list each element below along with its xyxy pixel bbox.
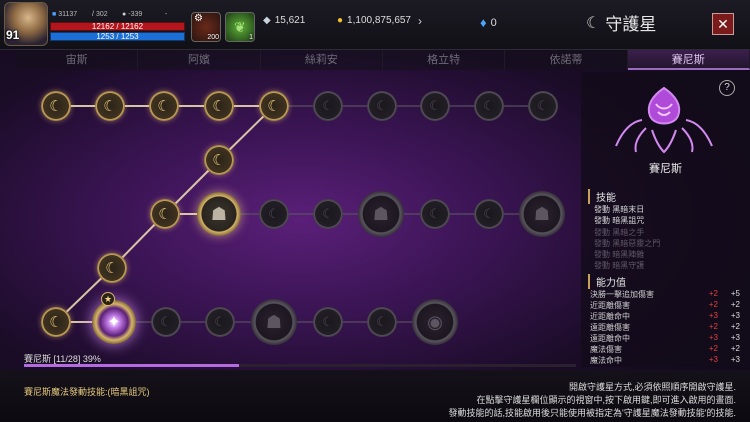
star-node-locked[interactable]: ☾ <box>313 199 343 229</box>
leaf-icon: ❦ <box>234 19 246 35</box>
crystal-currency: ♦ 0 <box>480 15 497 30</box>
progress-bar <box>24 364 576 367</box>
potion-slot[interactable]: ⚙ 200 <box>191 12 221 42</box>
help-line: 開啟守護星方式,必須依照順序開啟守護星. <box>568 382 736 392</box>
attribute-row: 近距離命中 +3 +3 <box>590 311 740 321</box>
help-button[interactable]: ? <box>719 80 735 96</box>
star-node[interactable]: ☾ <box>95 91 125 121</box>
star-node-locked[interactable]: ☾ <box>528 91 558 121</box>
window-title: ☾ 守護星 <box>586 14 657 35</box>
top-bar: 91 ■ 31137 / 302 ● -339 - 12162 / 12162 … <box>0 0 750 50</box>
help-line: 發動技能的話,技能啟用後只能使用被指定為'守護星魔法發動技能'的技能. <box>448 408 736 418</box>
mp-text: 1253 / 1253 <box>96 32 139 41</box>
skull-icon: ● <box>122 11 127 18</box>
skill-item: 發動 暗黑詛咒 <box>594 216 645 225</box>
star-node[interactable]: ☾ <box>97 253 127 283</box>
constellation-board: ☾ ☾ ☾ ☾ ☾ ☾ ☾ ☾ ☾ ☾ ☾ ☾ ☾ ☗ ☾ ☾ ☗ ☾ ☾ ☗ … <box>16 72 576 367</box>
guardian-star-icon: ☾ <box>586 14 601 32</box>
star-node-locked[interactable]: ☾ <box>474 91 504 121</box>
star-node[interactable]: ☾ <box>204 91 234 121</box>
stat-defense: / 302 <box>92 11 108 18</box>
star-node-locked[interactable]: ☾ <box>420 91 450 121</box>
star-node-locked[interactable]: ☾ <box>420 199 450 229</box>
tab-constellation[interactable]: 絲莉安 <box>260 50 383 70</box>
skill-node-locked[interactable]: ☗ <box>358 191 404 237</box>
star-node-locked[interactable]: ☾ <box>205 307 235 337</box>
sword-icon: / <box>92 11 94 18</box>
crystal-icon: ♦ <box>480 15 487 30</box>
skill-node-locked[interactable]: ◉ <box>412 299 458 345</box>
star-node[interactable]: ☾ <box>204 145 234 175</box>
skill-item: 發動 黑暗惡靈之門 <box>594 239 661 248</box>
stat-extra: - <box>165 11 168 18</box>
star-node[interactable]: ☾ <box>150 199 180 229</box>
mp-bar: 1253 / 1253 <box>50 32 185 41</box>
magic-skill-label: 賽尼斯魔法發動技能:(暗黑詛咒) <box>24 387 150 397</box>
skill-icon: ☗ <box>265 311 283 332</box>
star-node-locked[interactable]: ☾ <box>259 199 289 229</box>
attribute-row: 遠距離命中 +3 +3 <box>590 333 740 343</box>
skill-icon: ☗ <box>533 203 551 224</box>
constellation-name: 賽尼斯 <box>649 163 682 175</box>
star-node-locked[interactable]: ☾ <box>313 91 343 121</box>
star-node-locked[interactable]: ☾ <box>367 307 397 337</box>
hp-text: 12162 / 12162 <box>91 22 144 31</box>
tab-constellation[interactable]: 阿嬪 <box>138 50 261 70</box>
skill-node-locked[interactable]: ☗ <box>251 299 297 345</box>
skill-node-unlocked[interactable]: ☗ <box>197 192 241 236</box>
silver-icon: ◆ <box>263 15 271 26</box>
herb-slot[interactable]: ❦ 1 <box>225 12 255 42</box>
skill-icon: ☗ <box>210 203 228 224</box>
close-button[interactable]: ✕ <box>712 13 734 35</box>
eye-icon: ◉ <box>427 311 443 332</box>
skill-node-locked[interactable]: ☗ <box>519 191 565 237</box>
attribute-row: 遠距離傷害 +2 +2 <box>590 322 740 332</box>
attributes-heading: 能力值 <box>588 274 626 289</box>
gold-coin-icon: ● <box>337 15 344 26</box>
attribute-row: 近距離傷害 +2 +2 <box>590 300 740 310</box>
hp-bar: 12162 / 12162 <box>50 22 185 31</box>
stat-power: ● -339 <box>122 11 143 18</box>
skill-item: 發動 黑暗之手 <box>594 228 645 237</box>
constellation-tabs: 宙斯 阿嬪 絲莉安 格立特 依諾蒂 賽尼斯 <box>16 50 750 70</box>
attribute-row: 決勝一擊追加傷害 +2 +5 <box>590 289 740 299</box>
help-line: 在點擊守護星欄位顯示的視窗中,按下啟用鍵,即可進入啟用的畫面. <box>476 395 736 405</box>
star-node-locked[interactable]: ☾ <box>367 91 397 121</box>
star-node-locked[interactable]: ☾ <box>474 199 504 229</box>
tab-constellation-active[interactable]: 賽尼斯 <box>627 50 750 70</box>
gold-currency: ● 1,100,875,657 <box>337 15 411 26</box>
skill-node-selected[interactable]: ✦ <box>92 300 136 344</box>
skills-heading: 技能 <box>588 189 616 204</box>
star-node[interactable]: ☾ <box>149 91 179 121</box>
attribute-row: 魔法命中 +3 +3 <box>590 355 740 365</box>
gear-icon: ⚙ <box>194 13 203 24</box>
stat-attack: ■ 31137 <box>52 11 78 18</box>
tab-constellation[interactable]: 格立特 <box>382 50 506 70</box>
shield-icon: ■ <box>52 11 57 18</box>
progress-fill <box>24 364 240 367</box>
star-node[interactable]: ☾ <box>41 91 71 121</box>
skill-item: 發動 黑暗末日 <box>594 205 645 214</box>
skill-item: 發動 暗黑守護 <box>594 261 645 270</box>
skill-icon: ☗ <box>372 203 390 224</box>
tab-constellation[interactable]: 依諾蒂 <box>505 50 628 70</box>
star-badge-icon: ★ <box>101 292 115 306</box>
star-node[interactable]: ☾ <box>259 91 289 121</box>
silver-currency: ◆ 15,621 <box>263 15 306 26</box>
screen: 91 ■ 31137 / 302 ● -339 - 12162 / 12162 … <box>0 0 750 422</box>
rose-emblem-icon <box>615 86 713 154</box>
skill-item: 發動 暗黑陣雜 <box>594 250 645 259</box>
gold-shop-arrow[interactable]: › <box>418 14 422 28</box>
star-node[interactable]: ☾ <box>41 307 71 337</box>
character-level: 91 <box>6 28 20 42</box>
tab-constellation[interactable]: 宙斯 <box>16 50 139 70</box>
star-node-locked[interactable]: ☾ <box>151 307 181 337</box>
attribute-row: 魔法傷害 +2 +2 <box>590 344 740 354</box>
star-node-locked[interactable]: ☾ <box>313 307 343 337</box>
